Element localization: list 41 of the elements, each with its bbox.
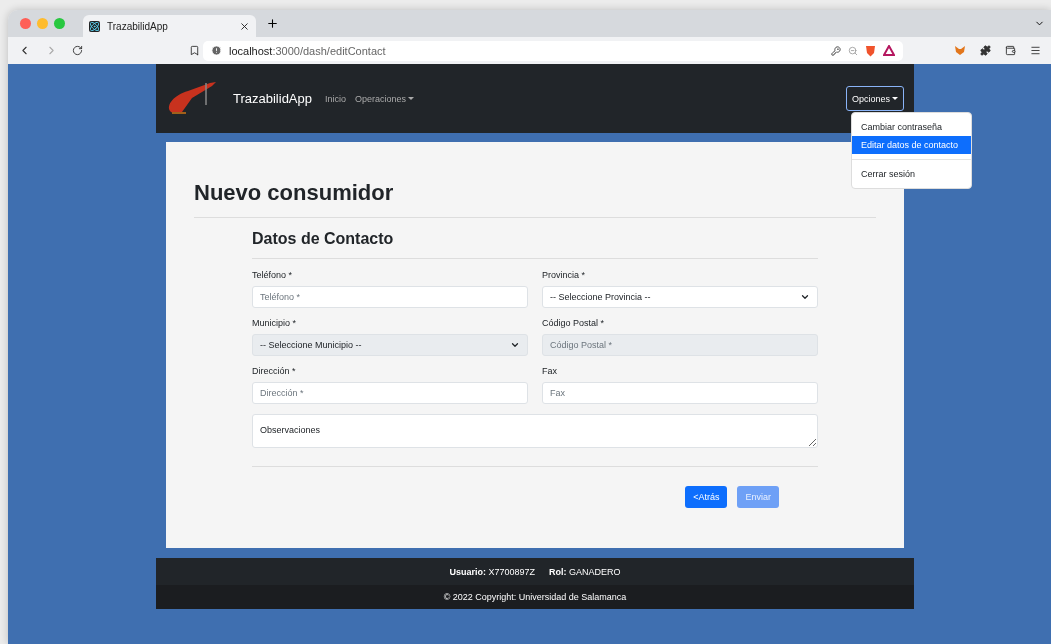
url-text[interactable]: localhost:3000/dash/editContact [229,44,386,57]
field-label: Dirección * [252,366,297,376]
brand-name[interactable]: TrazabilidApp [233,91,312,106]
field-label: Provincia * [542,270,587,280]
menu-item[interactable]: Cerrar sesión [852,159,971,183]
bookmark-icon[interactable] [189,45,200,56]
browser-tab[interactable]: TrazabilidApp [83,15,256,37]
copyright-text: © 2022 Copyright: Universidad de Salamanca [443,592,627,602]
role-text: Rol: GANADERO [549,566,621,577]
menu-icon[interactable] [1030,45,1041,56]
menu-item[interactable]: Editar datos de contacto [852,136,971,154]
nav-link[interactable]: Operaciones [355,93,415,104]
input-field[interactable]: Dirección * [252,382,528,404]
ham-logo-drawing [166,80,218,117]
field-label: Municipio * [252,318,298,328]
atom-icon [89,20,100,32]
wallet-icon[interactable] [1005,45,1016,56]
nav-link[interactable]: Inicio [325,93,347,104]
key-icon[interactable] [831,45,841,56]
chevron-icon [800,292,810,302]
input-field[interactable]: Fax [542,382,818,404]
fox-icon[interactable] [954,45,966,56]
info-icon[interactable] [211,45,222,56]
shield-icon[interactable] [865,44,876,57]
puzzle-icon[interactable] [980,45,991,56]
field-label: Código Postal * [542,318,606,328]
reload-icon[interactable] [72,45,83,56]
section-title: Datos de Contacto [252,230,818,259]
menu-item[interactable]: Cambiar contraseña [852,118,971,136]
triangle-icon[interactable] [883,45,895,56]
input-field[interactable]: Teléfono * [252,286,528,308]
user-text: Usuario: X7700897Z [449,566,535,577]
close-icon[interactable] [239,20,250,32]
chevron-icon [510,340,520,350]
back-button[interactable]: <Atrás [685,486,728,508]
select-field[interactable]: -- Seleccione Provincia -- [542,286,818,308]
textarea-field[interactable]: Observaciones [252,414,818,448]
new-tab-icon[interactable] [266,17,279,30]
field-label: Teléfono * [252,270,294,280]
options-button[interactable]: Opciones [845,86,904,111]
field-label: Fax [542,366,558,376]
